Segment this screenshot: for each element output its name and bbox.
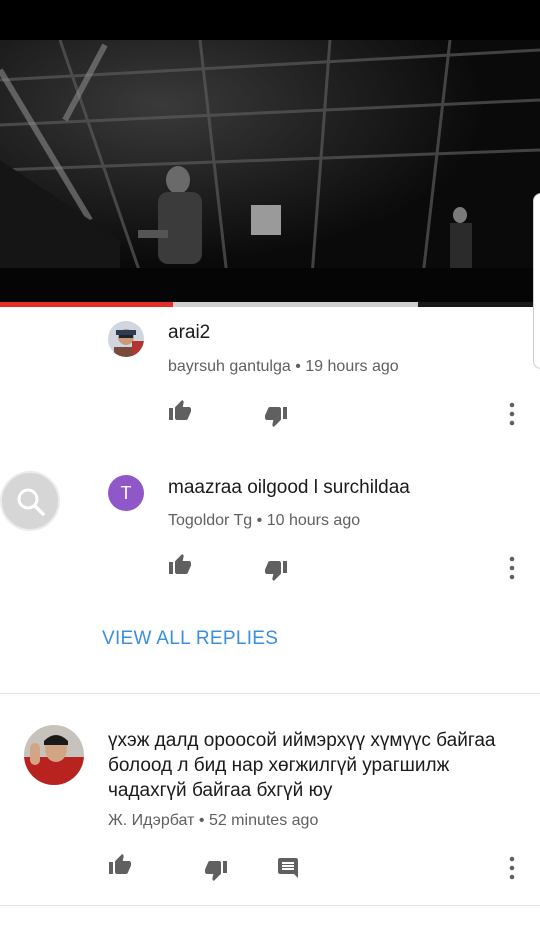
comment-meta: Togoldor Tg • 10 hours ago	[168, 512, 360, 530]
reply-icon	[278, 858, 298, 878]
meta-separator: •	[256, 512, 263, 529]
search-icon	[17, 488, 45, 516]
like-button[interactable]	[168, 553, 192, 577]
dislike-button[interactable]	[264, 558, 288, 582]
comment-time: 19 hours ago	[305, 358, 399, 375]
comment-text: үхэж далд ороосой иймэрхүү хүмүүс байгаа…	[108, 730, 496, 801]
comment-author: Ж. Идэрбат	[108, 812, 195, 829]
thumb-up-icon	[169, 400, 191, 420]
comment-author: Togoldor Tg	[168, 512, 253, 529]
comment-author: bayrsuh gantulga	[168, 358, 291, 375]
comment-meta: bayrsuh gantulga • 19 hours ago	[168, 358, 399, 376]
thumb-down-icon	[205, 861, 227, 881]
more-options-button[interactable]	[500, 854, 524, 882]
like-button[interactable]	[108, 853, 132, 877]
dislike-button[interactable]	[204, 858, 228, 882]
divider	[0, 693, 540, 694]
like-button[interactable]	[168, 399, 192, 423]
divider	[0, 905, 540, 906]
avatar-image	[24, 725, 84, 785]
more-vert-icon	[509, 556, 515, 580]
thumb-up-icon	[169, 554, 191, 574]
search-button[interactable]	[0, 471, 60, 531]
reply-button[interactable]	[276, 856, 300, 880]
comment-time: 52 minutes ago	[208, 812, 319, 829]
scroll-handle[interactable]	[533, 193, 540, 369]
progress-buffer	[418, 302, 540, 307]
avatar-image	[108, 321, 144, 357]
comment-time: 10 hours ago	[266, 512, 361, 529]
more-options-button[interactable]	[500, 400, 524, 428]
more-vert-icon	[509, 402, 515, 426]
comment-meta: Ж. Идэрбат • 52 minutes ago	[108, 812, 318, 830]
avatar[interactable]	[108, 321, 144, 357]
more-vert-icon	[509, 856, 515, 880]
avatar-letter[interactable]: T	[108, 475, 144, 511]
meta-separator: •	[198, 812, 205, 829]
status-bar	[0, 0, 540, 40]
thumb-up-icon	[109, 854, 131, 874]
meta-separator: •	[295, 358, 301, 375]
dislike-button[interactable]	[264, 404, 288, 428]
comment-text: maazraa oilgood l surchildaa	[168, 477, 410, 498]
more-options-button[interactable]	[500, 554, 524, 582]
comment-text: arai2	[168, 322, 211, 343]
thumb-down-icon	[265, 407, 287, 427]
view-all-replies-link[interactable]: VIEW ALL REPLIES	[102, 628, 278, 650]
video-frame	[0, 40, 540, 302]
video-player[interactable]	[0, 40, 540, 302]
avatar[interactable]	[24, 725, 84, 785]
thumb-down-icon	[265, 561, 287, 581]
progress-fill	[0, 302, 173, 307]
